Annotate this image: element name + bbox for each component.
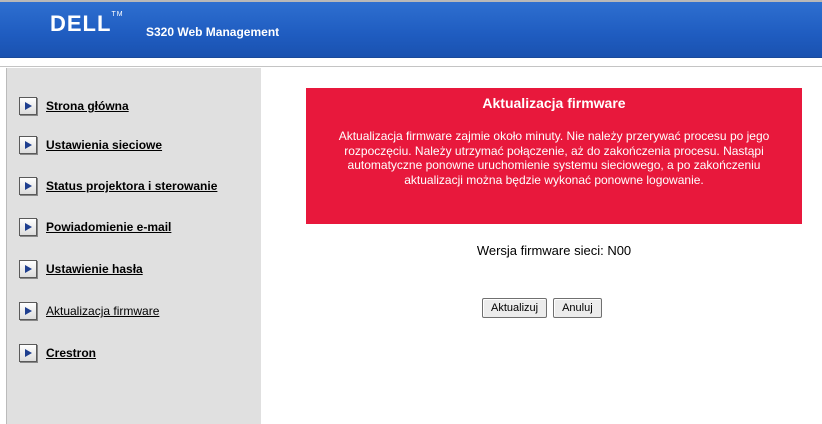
- header-bar: DELLTM S320 Web Management: [0, 2, 822, 58]
- firmware-version: Wersja firmware sieci: N00: [476, 243, 632, 258]
- sidebar-item-label[interactable]: Ustawienia sieciowe: [46, 138, 162, 152]
- sidebar: Strona główna Ustawienia sieciowe Status…: [6, 68, 261, 424]
- sidebar-item-label[interactable]: Crestron: [46, 346, 96, 360]
- play-arrow-icon[interactable]: [19, 177, 37, 195]
- sidebar-item-projector-status[interactable]: Status projektora i sterowanie: [19, 176, 217, 196]
- sidebar-item-label[interactable]: Ustawienie hasła: [46, 262, 143, 276]
- update-button[interactable]: Aktualizuj: [482, 298, 548, 318]
- sidebar-item-firmware-update[interactable]: Aktualizacja firmware: [19, 301, 159, 321]
- header-title: S320 Web Management: [146, 25, 280, 39]
- cancel-button[interactable]: Anuluj: [553, 298, 602, 318]
- play-arrow-icon[interactable]: [19, 302, 37, 320]
- sidebar-item-label[interactable]: Strona główna: [46, 99, 129, 113]
- header-separator: [0, 58, 822, 67]
- play-arrow-icon[interactable]: [19, 260, 37, 278]
- sidebar-item-label[interactable]: Powiadomienie e-mail: [46, 220, 171, 234]
- play-arrow-icon[interactable]: [19, 344, 37, 362]
- warning-text: Aktualizacja firmware zajmie około minut…: [338, 129, 770, 187]
- sidebar-item-home[interactable]: Strona główna: [19, 96, 129, 116]
- sidebar-item-password[interactable]: Ustawienie hasła: [19, 259, 143, 279]
- firmware-warning-box: Aktualizacja firmware Aktualizacja firmw…: [306, 88, 802, 224]
- dell-logo: DELLTM: [50, 11, 124, 36]
- sidebar-item-label[interactable]: Status projektora i sterowanie: [46, 179, 217, 193]
- play-arrow-icon[interactable]: [19, 136, 37, 154]
- sidebar-item-network-settings[interactable]: Ustawienia sieciowe: [19, 135, 162, 155]
- sidebar-item-label[interactable]: Aktualizacja firmware: [46, 304, 159, 318]
- sidebar-item-email-alert[interactable]: Powiadomienie e-mail: [19, 217, 171, 237]
- warning-title: Aktualizacja firmware: [482, 95, 626, 111]
- play-arrow-icon[interactable]: [19, 218, 37, 236]
- sidebar-item-crestron[interactable]: Crestron: [19, 343, 96, 363]
- play-arrow-icon[interactable]: [19, 97, 37, 115]
- action-buttons: Aktualizuj Anuluj: [482, 298, 602, 318]
